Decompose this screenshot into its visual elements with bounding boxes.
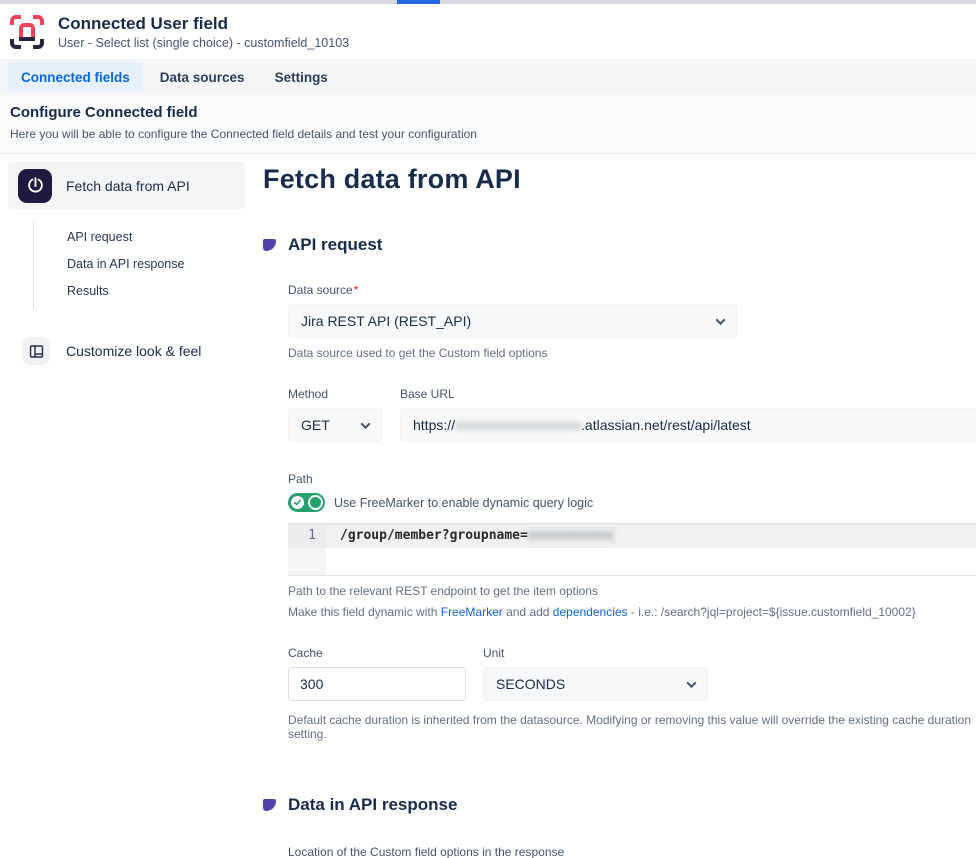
sidebar-subitem-api-request[interactable]: API request bbox=[67, 224, 245, 251]
unit-label: Unit bbox=[483, 646, 708, 660]
section-heading: Data in API response bbox=[288, 795, 457, 815]
chevron-down-icon bbox=[687, 678, 697, 688]
base-url-input[interactable]: https://xxxxxxxxxxxxxxxxxx.atlassian.net… bbox=[400, 408, 976, 442]
method-select[interactable]: GET bbox=[288, 408, 382, 442]
code-text: /group/member?groupname= bbox=[340, 528, 528, 543]
location-label: Location of the Custom field options in … bbox=[288, 845, 737, 858]
section-heading: API request bbox=[288, 235, 382, 255]
base-url-group: Base URL https://xxxxxxxxxxxxxxxxxx.atla… bbox=[400, 387, 976, 442]
freemarker-toggle-row: Use FreeMarker to enable dynamic query l… bbox=[288, 493, 976, 512]
app-page: Connected User field User - Select list … bbox=[0, 0, 976, 858]
data-source-select[interactable]: Jira REST API (REST_API) bbox=[288, 304, 737, 338]
page-title: Connected User field bbox=[58, 14, 349, 34]
configure-subtitle: Here you will be able to configure the C… bbox=[10, 127, 966, 141]
content-body: Fetch data from API API request Data in … bbox=[0, 154, 976, 858]
config-sidebar: Fetch data from API API request Data in … bbox=[0, 154, 255, 369]
top-scrollbar-track bbox=[0, 0, 976, 4]
data-response-fields: Location of the Custom field options in … bbox=[288, 845, 976, 858]
sidebar-item-label: Customize look & feel bbox=[66, 343, 201, 359]
configure-title: Configure Connected field bbox=[10, 104, 966, 121]
section-data-in-api-response: Data in API response bbox=[263, 795, 976, 815]
path-label: Path bbox=[288, 472, 976, 486]
app-header: Connected User field User - Select list … bbox=[0, 4, 976, 59]
unit-value: SECONDS bbox=[496, 676, 565, 692]
app-logo-icon bbox=[8, 13, 46, 51]
cache-label: Cache bbox=[288, 646, 466, 660]
helper-text: and add bbox=[503, 605, 553, 619]
method-value: GET bbox=[301, 417, 330, 433]
sidebar-item-fetch-data[interactable]: Fetch data from API bbox=[8, 162, 245, 209]
section-bullet-icon bbox=[263, 799, 276, 811]
freemarker-toggle-label: Use FreeMarker to enable dynamic query l… bbox=[334, 496, 593, 510]
method-group: Method GET bbox=[288, 387, 382, 442]
location-group: Location of the Custom field options in … bbox=[288, 845, 737, 858]
dependencies-link[interactable]: dependencies bbox=[553, 605, 628, 619]
main-title: Fetch data from API bbox=[263, 164, 976, 195]
base-url-redacted: xxxxxxxxxxxxxxxxxx bbox=[455, 417, 581, 433]
sidebar-item-customize[interactable]: Customize look & feel bbox=[14, 333, 245, 369]
data-source-helper: Data source used to get the Custom field… bbox=[288, 346, 737, 360]
cache-input[interactable] bbox=[288, 667, 466, 701]
line-number: 1 bbox=[288, 524, 326, 548]
data-source-label: Data source* bbox=[288, 283, 737, 297]
cache-unit-row: Cache Unit SECONDS bbox=[288, 646, 976, 701]
method-baseurl-row: Method GET Base URL https://xxxxxxxxxxxx… bbox=[288, 387, 976, 442]
chevron-down-icon bbox=[361, 419, 371, 429]
tab-data-sources[interactable]: Data sources bbox=[147, 63, 258, 92]
unit-select[interactable]: SECONDS bbox=[483, 667, 708, 701]
method-label: Method bbox=[288, 387, 382, 401]
toggle-knob bbox=[308, 495, 323, 510]
path-group: Path Use FreeMarker to enable dynamic qu… bbox=[288, 472, 976, 619]
configure-banner: Configure Connected field Here you will … bbox=[0, 95, 976, 154]
path-code-editor[interactable]: 1 /group/member?groupname=xxxxxxxxxxx bbox=[288, 523, 976, 576]
section-bullet-icon bbox=[263, 239, 276, 251]
helper-text: - i.e.: /search?jql=project=${issue.cust… bbox=[628, 605, 916, 619]
chevron-down-icon bbox=[716, 315, 726, 325]
gutter bbox=[288, 548, 326, 575]
main-panel: Fetch data from API API request Data sou… bbox=[255, 154, 976, 858]
code-empty[interactable] bbox=[326, 548, 976, 575]
top-scrollbar-thumb[interactable] bbox=[397, 0, 440, 4]
tab-connected-fields[interactable]: Connected fields bbox=[8, 63, 143, 92]
api-request-fields: Data source* Jira REST API (REST_API) Da… bbox=[288, 283, 976, 741]
sidebar-item-label: Fetch data from API bbox=[66, 178, 190, 194]
base-url-label: Base URL bbox=[400, 387, 976, 401]
unit-group: Unit SECONDS bbox=[483, 646, 708, 701]
section-api-request: API request bbox=[263, 235, 976, 255]
freemarker-link[interactable]: FreeMarker bbox=[441, 605, 503, 619]
code-content[interactable]: /group/member?groupname=xxxxxxxxxxx bbox=[326, 524, 976, 548]
page-subtitle: User - Select list (single choice) - cus… bbox=[58, 36, 349, 50]
base-url-suffix: .atlassian.net/rest/api/latest bbox=[581, 417, 751, 433]
header-titles: Connected User field User - Select list … bbox=[58, 14, 349, 50]
layout-icon bbox=[22, 337, 50, 365]
check-icon bbox=[291, 496, 304, 509]
required-asterisk: * bbox=[354, 283, 359, 297]
path-helper-1: Path to the relevant REST endpoint to ge… bbox=[288, 584, 976, 598]
data-source-group: Data source* Jira REST API (REST_API) Da… bbox=[288, 283, 737, 360]
path-helper-2: Make this field dynamic with FreeMarker … bbox=[288, 605, 976, 619]
cache-helper: Default cache duration is inherited from… bbox=[288, 713, 976, 741]
sidebar-subitem-results[interactable]: Results bbox=[67, 278, 245, 305]
helper-text: Make this field dynamic with bbox=[288, 605, 441, 619]
fetch-power-icon bbox=[18, 169, 52, 203]
code-line-1[interactable]: 1 /group/member?groupname=xxxxxxxxxxx bbox=[288, 524, 976, 548]
sidebar-subitem-data-in-api-response[interactable]: Data in API response bbox=[67, 251, 245, 278]
freemarker-toggle[interactable] bbox=[288, 493, 325, 512]
sidebar-sublist: API request Data in API response Results bbox=[33, 222, 245, 309]
code-redacted-groupname: xxxxxxxxxxx bbox=[528, 528, 614, 543]
tab-settings[interactable]: Settings bbox=[262, 63, 341, 92]
tab-bar: Connected fields Data sources Settings bbox=[0, 59, 976, 95]
base-url-prefix: https:// bbox=[413, 417, 455, 433]
code-editor-blank-area[interactable] bbox=[288, 548, 976, 575]
data-source-value: Jira REST API (REST_API) bbox=[301, 313, 471, 329]
cache-group: Cache bbox=[288, 646, 466, 701]
